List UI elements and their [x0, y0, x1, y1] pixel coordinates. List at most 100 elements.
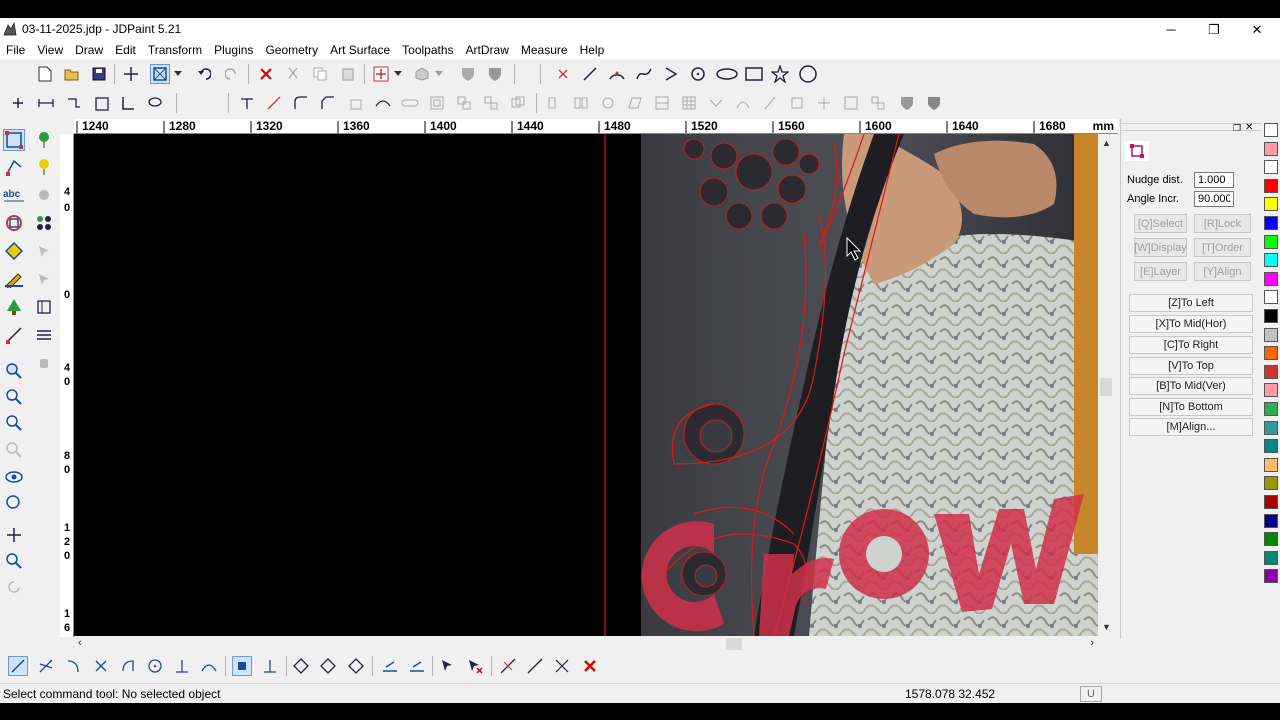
- measure-tool-icon[interactable]: [3, 324, 25, 346]
- mirror-icon[interactable]: [571, 93, 591, 113]
- panel-restore-icon[interactable]: ❐: [1233, 123, 1241, 134]
- new-file-icon[interactable]: [35, 64, 55, 84]
- drawing-canvas[interactable]: [74, 134, 1098, 636]
- shield-dark-icon[interactable]: [924, 93, 944, 113]
- rotate-icon[interactable]: [598, 93, 618, 113]
- text-tool-icon[interactable]: abc: [3, 184, 25, 206]
- insert-icon[interactable]: [371, 64, 391, 84]
- palette-tool-swatch[interactable]: [1264, 160, 1278, 175]
- lock-button[interactable]: [R]Lock: [1194, 214, 1251, 233]
- display-button[interactable]: [W]Display: [1134, 238, 1187, 257]
- menu-art-surface[interactable]: Art Surface: [324, 43, 396, 57]
- panel-close-icon[interactable]: ✕: [1245, 122, 1253, 133]
- snap-arc-icon[interactable]: [118, 656, 138, 676]
- color-swatch[interactable]: [1264, 364, 1278, 379]
- slot-icon[interactable]: [400, 93, 420, 113]
- snap-end-icon[interactable]: [63, 656, 83, 676]
- transform-icon[interactable]: [64, 93, 84, 113]
- color-swatch[interactable]: [1264, 513, 1278, 528]
- open-folder-icon[interactable]: [62, 64, 82, 84]
- menu-edit[interactable]: Edit: [109, 43, 142, 57]
- node-edit-icon[interactable]: [3, 156, 25, 178]
- menu-measure[interactable]: Measure: [515, 43, 574, 57]
- color-swatch[interactable]: [1264, 569, 1278, 584]
- snap-line-icon[interactable]: [8, 656, 28, 676]
- wrap-icon[interactable]: [733, 93, 753, 113]
- color-swatch[interactable]: [1264, 216, 1278, 230]
- flatten-2-icon[interactable]: [407, 656, 427, 676]
- to-left-button[interactable]: [Z]To Left: [1129, 294, 1253, 312]
- box-icon[interactable]: [427, 93, 447, 113]
- vertical-scrollbar[interactable]: ▲ ▼: [1098, 134, 1116, 636]
- shield-render-icon[interactable]: [458, 64, 478, 84]
- color-swatch[interactable]: [1264, 550, 1278, 565]
- dropdown-chevron-icon[interactable]: [433, 64, 445, 84]
- menu-view[interactable]: View: [31, 43, 69, 57]
- redo-icon[interactable]: [222, 64, 242, 84]
- circle-point-icon[interactable]: [688, 64, 708, 84]
- distance-icon[interactable]: [36, 93, 56, 113]
- color-swatch[interactable]: [1264, 420, 1278, 435]
- snap-tangent-icon[interactable]: [199, 656, 219, 676]
- menu-file[interactable]: File: [0, 43, 31, 57]
- hand-dim-icon[interactable]: [33, 352, 55, 374]
- pick-node-icon[interactable]: [438, 656, 458, 676]
- line-icon[interactable]: [580, 64, 600, 84]
- select-box-icon[interactable]: [150, 64, 170, 84]
- restore-button[interactable]: ❐: [1192, 18, 1236, 41]
- color-swatch[interactable]: [1264, 383, 1278, 398]
- tree-icon[interactable]: [3, 296, 25, 318]
- to-bottom-button[interactable]: [N]To Bottom: [1129, 398, 1253, 416]
- group-icon[interactable]: [454, 93, 474, 113]
- pointer-dim-icon[interactable]: [33, 268, 55, 290]
- angle-icon[interactable]: [118, 93, 138, 113]
- color-swatch[interactable]: [1264, 271, 1278, 286]
- color-swatch[interactable]: [1264, 495, 1278, 509]
- snap-smart-icon[interactable]: [260, 656, 280, 676]
- scale-icon[interactable]: [814, 93, 834, 113]
- eye-icon[interactable]: [3, 466, 25, 488]
- stretch-icon[interactable]: [787, 93, 807, 113]
- pointer-dim-icon[interactable]: [33, 240, 55, 262]
- node-diamond-2-icon[interactable]: [318, 656, 338, 676]
- pick-cancel-icon[interactable]: [465, 656, 485, 676]
- add-node-icon[interactable]: [8, 93, 28, 113]
- nest-icon[interactable]: [868, 93, 888, 113]
- vertical-scroll-thumb[interactable]: [1100, 378, 1112, 396]
- dropdown-chevron-icon[interactable]: [172, 64, 184, 84]
- color-swatch[interactable]: [1264, 402, 1278, 416]
- color-swatch[interactable]: [1264, 327, 1278, 342]
- color-swatch[interactable]: [1264, 234, 1278, 249]
- bulb-icon[interactable]: [33, 156, 55, 178]
- project-icon[interactable]: [706, 93, 726, 113]
- color-swatch[interactable]: [1264, 309, 1278, 323]
- menu-draw[interactable]: Draw: [69, 43, 109, 57]
- cancel-red-icon[interactable]: [580, 656, 600, 676]
- color-swatch[interactable]: [1264, 253, 1278, 268]
- save-icon[interactable]: [89, 64, 109, 84]
- align-left-icon[interactable]: [544, 93, 564, 113]
- delete-icon[interactable]: [256, 64, 276, 84]
- fillet-icon[interactable]: [291, 93, 311, 113]
- zoom-out-icon[interactable]: [3, 412, 25, 434]
- dropdown-chevron-icon[interactable]: [392, 64, 404, 84]
- menu-help[interactable]: Help: [574, 43, 611, 57]
- palette-tool-swatch[interactable]: [1264, 141, 1278, 156]
- snap-crosshair-icon[interactable]: [121, 64, 141, 84]
- menu-artdraw[interactable]: ArtDraw: [460, 43, 515, 57]
- cluster-icon[interactable]: [33, 212, 55, 234]
- trim-icon[interactable]: [237, 93, 257, 113]
- snap-intersect-icon[interactable]: [36, 656, 56, 676]
- menu-geometry[interactable]: Geometry: [259, 43, 324, 57]
- cut-icon[interactable]: [283, 64, 303, 84]
- spline-icon[interactable]: [634, 64, 654, 84]
- corner-icon[interactable]: [346, 93, 366, 113]
- frame-icon[interactable]: [91, 93, 111, 113]
- minimize-button[interactable]: ─: [1149, 18, 1193, 41]
- array-icon[interactable]: [652, 93, 672, 113]
- color-swatch[interactable]: [1264, 532, 1278, 547]
- lasso-icon[interactable]: [145, 93, 165, 113]
- to-top-button[interactable]: [V]To Top: [1129, 357, 1253, 375]
- scroll-down-icon[interactable]: ▼: [1102, 622, 1111, 632]
- circle-icon[interactable]: [798, 64, 818, 84]
